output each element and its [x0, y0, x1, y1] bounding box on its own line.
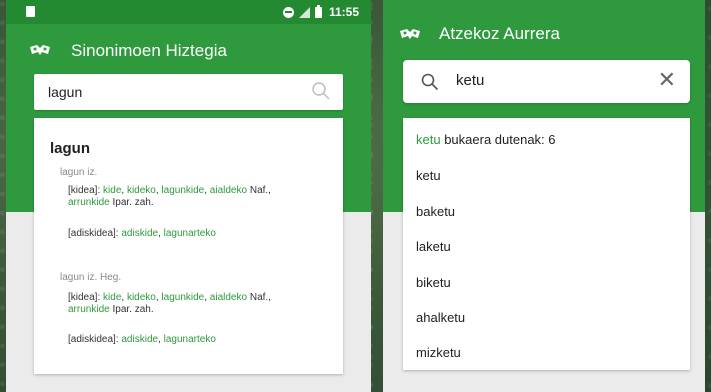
search-icon[interactable] — [421, 73, 439, 96]
results-header: ketu bukaera dutenak: 6 — [416, 132, 556, 147]
dialect-note: Naf., — [247, 292, 271, 303]
synonym-group: [kidea]: kide, kideko, lagunkide, aialde… — [68, 185, 271, 208]
search-input[interactable]: lagun — [48, 84, 82, 100]
logo-icon[interactable] — [398, 26, 422, 47]
signal-icon — [298, 6, 310, 18]
phone-reverse-search: Atzekoz Aurrera ketu ✕ ketu bukaera dute… — [383, 0, 705, 392]
phone-dictionary: 11:55 Sinonimoen Hiztegia lagun lagun la… — [6, 0, 371, 392]
synonym-link[interactable]: aialdeko — [210, 185, 247, 196]
entry-card: lagun lagun iz. [kidea]: kide, kideko, l… — [34, 118, 343, 374]
dialect-note: Naf., — [247, 185, 271, 196]
search-field[interactable]: ketu ✕ — [403, 60, 690, 103]
results-list: ketu bukaera dutenak: 6 ketu baketu lake… — [403, 118, 690, 370]
logo-icon[interactable] — [28, 42, 52, 63]
list-item[interactable]: laketu — [416, 239, 451, 254]
synonym-link[interactable]: aialdeko — [210, 292, 247, 303]
synonym-link[interactable]: arrunkide — [68, 304, 110, 315]
group-label: [adiskidea]: — [68, 228, 122, 239]
group-label: [kidea]: — [68, 292, 104, 303]
synonym-link[interactable]: kideko — [127, 185, 156, 196]
dialect-note: Ipar. zah. — [109, 197, 154, 208]
battery-icon — [314, 4, 322, 18]
synonym-link[interactable]: lagunarteko — [164, 228, 216, 239]
list-item[interactable]: biketu — [416, 275, 451, 290]
synonym-link[interactable]: lagunkide — [161, 185, 204, 196]
group-label: [adiskidea]: — [68, 334, 122, 345]
synonym-link[interactable]: adiskide — [121, 334, 158, 345]
list-item[interactable]: ketu — [416, 168, 441, 183]
synonym-link[interactable]: kide — [103, 292, 121, 303]
search-input[interactable]: ketu — [456, 72, 484, 89]
app-title: Sinonimoen Hiztegia — [71, 41, 227, 60]
search-field[interactable]: lagun — [34, 74, 343, 110]
list-item[interactable]: ahalketu — [416, 310, 465, 325]
synonym-link[interactable]: kideko — [127, 292, 156, 303]
synonym-link[interactable]: lagunarteko — [164, 334, 216, 345]
sim-icon — [26, 6, 35, 17]
synonym-group: [kidea]: kide, kideko, lagunkide, aialde… — [68, 292, 271, 315]
search-icon[interactable] — [311, 81, 331, 106]
dialect-note: Ipar. zah. — [109, 304, 154, 315]
dnd-icon — [282, 6, 294, 18]
synonym-link[interactable]: kide — [103, 185, 121, 196]
app-title: Atzekoz Aurrera — [439, 24, 560, 43]
status-time: 11:55 — [328, 5, 359, 19]
status-icons: 11:55 — [282, 4, 359, 19]
entry-headword: lagun — [50, 140, 90, 157]
synonym-link[interactable]: arrunkide — [68, 197, 110, 208]
results-header-count: bukaera dutenak: 6 — [440, 132, 556, 147]
list-item[interactable]: baketu — [416, 204, 455, 219]
synonym-link[interactable]: lagunkide — [161, 292, 204, 303]
results-header-term: ketu — [416, 132, 441, 147]
synonym-group: [adiskidea]: adiskide, lagunarteko — [68, 228, 216, 239]
status-bar: 11:55 — [6, 0, 371, 24]
group-label: [kidea]: — [68, 185, 104, 196]
list-item[interactable]: mizketu — [416, 345, 461, 360]
close-icon[interactable]: ✕ — [658, 69, 676, 91]
sense-pos: lagun iz. Heg. — [60, 272, 122, 283]
sense-pos: lagun iz. — [60, 167, 98, 178]
synonym-link[interactable]: adiskide — [121, 228, 158, 239]
synonym-group: [adiskidea]: adiskide, lagunarteko — [68, 334, 216, 345]
